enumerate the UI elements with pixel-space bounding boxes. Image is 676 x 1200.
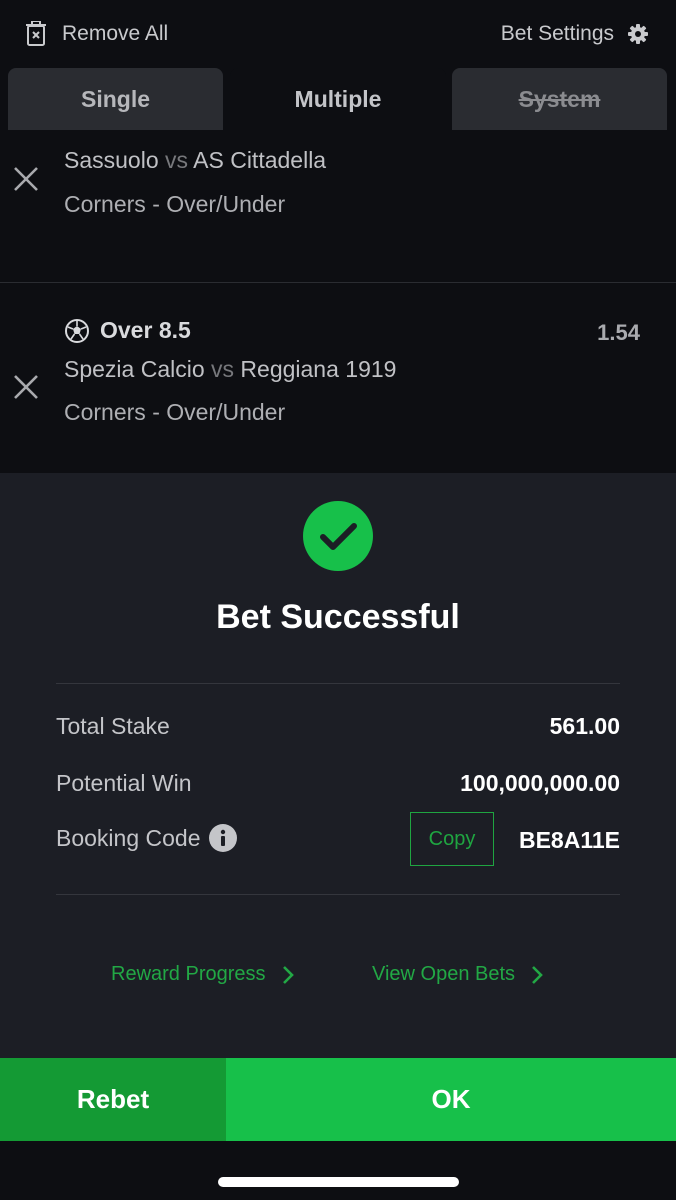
bet-settings-label: Bet Settings (500, 22, 614, 45)
top-bar: Remove All Bet Settings (0, 0, 676, 68)
home-team: Sassuolo (64, 147, 159, 173)
vs-separator: vs (211, 356, 235, 382)
view-open-bets-label: View Open Bets (372, 963, 516, 985)
bet-item: Over 8.5 1.54 Spezia Calcio vs Reggiana … (0, 283, 676, 473)
vs-separator: vs (165, 147, 189, 173)
chevron-right-icon (532, 965, 543, 984)
trash-icon (26, 21, 46, 46)
match-name: Spezia Calcio vs Reggiana 1919 (64, 356, 396, 383)
odds-value: 1.54 (597, 320, 640, 345)
rebet-button[interactable]: Rebet (0, 1058, 226, 1141)
potential-win-value: 100,000,000.00 (460, 770, 620, 796)
remove-all-label: Remove All (62, 22, 169, 45)
ok-button[interactable]: OK (226, 1058, 676, 1141)
tab-single[interactable]: Single (8, 68, 223, 130)
total-stake-label: Total Stake (56, 713, 170, 739)
booking-code-label: Booking Code (56, 824, 201, 851)
close-icon[interactable] (12, 165, 40, 193)
reward-progress-label: Reward Progress (111, 963, 266, 985)
selection-label: Over 8.5 (100, 317, 191, 343)
market-name: Corners - Over/Under (64, 191, 286, 217)
away-team: Reggiana 1919 (240, 356, 397, 382)
total-stake-value: 561.00 (549, 713, 620, 739)
divider (56, 894, 620, 895)
chevron-right-icon (282, 965, 294, 984)
remove-all-button[interactable]: Remove All (26, 20, 168, 48)
view-open-bets-link[interactable]: View Open Bets (372, 963, 543, 986)
home-team: Spezia Calcio (64, 356, 205, 382)
tab-system[interactable]: System (452, 68, 667, 130)
success-title: Bet Successful (216, 598, 460, 636)
copy-button[interactable]: Copy (410, 812, 494, 866)
potential-win-label: Potential Win (56, 770, 192, 796)
reward-progress-link[interactable]: Reward Progress (111, 963, 294, 986)
match-name: Sassuolo vs AS Cittadella (64, 147, 326, 174)
soccer-ball-icon (65, 318, 89, 343)
divider (56, 683, 620, 684)
info-icon[interactable] (208, 824, 237, 852)
booking-code-row-label: Booking Code (56, 824, 237, 852)
bet-settings-button[interactable]: Bet Settings (501, 20, 648, 48)
tab-multiple[interactable]: Multiple (230, 68, 446, 130)
away-team: AS Cittadella (193, 147, 327, 173)
check-circle-icon (303, 501, 373, 571)
bet-success-sheet: Bet Successful Total Stake 561.00 Potent… (0, 473, 676, 1058)
gear-icon (628, 24, 648, 44)
close-icon[interactable] (12, 373, 40, 401)
bet-type-tabs: Single Multiple System (8, 68, 668, 130)
market-name: Corners - Over/Under (64, 399, 286, 425)
selection: Over 8.5 (64, 317, 191, 344)
bet-item: Sassuolo vs AS Cittadella Corners - Over… (0, 130, 676, 283)
booking-code-value: BE8A11E (518, 827, 620, 853)
home-indicator (218, 1177, 459, 1187)
